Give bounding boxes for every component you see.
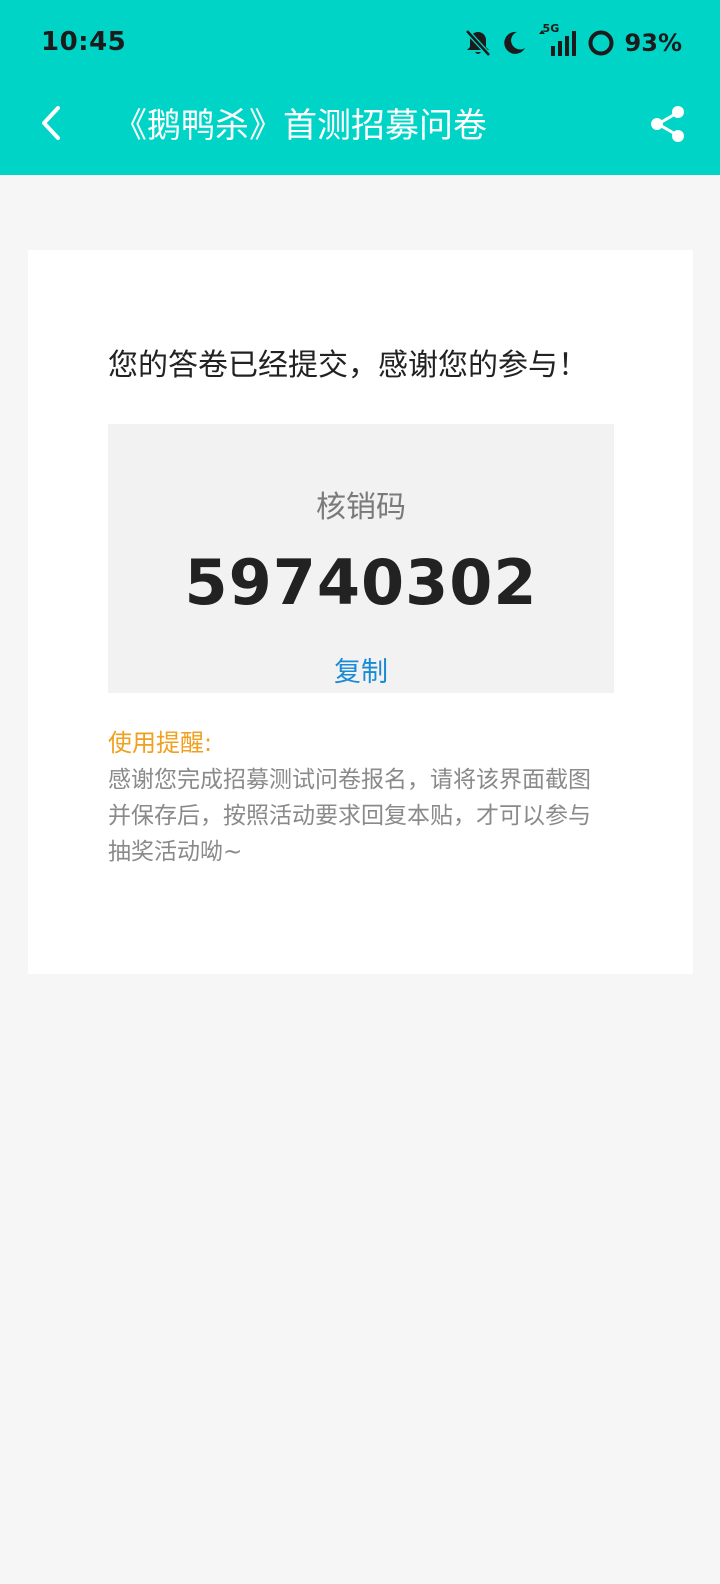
bell-off-icon [464, 29, 491, 57]
back-button[interactable] [28, 102, 74, 148]
moon-icon [501, 30, 527, 56]
back-arrow-icon [38, 105, 64, 145]
reminder-title: 使用提醒: [108, 729, 213, 757]
app-header: 10:45 5G 93% 《鹅鸭杀》首测招募问卷 [0, 0, 720, 175]
redemption-code: 59740302 [184, 546, 538, 619]
battery-ring-icon [587, 29, 615, 57]
signal-icon: 5G [537, 22, 577, 58]
status-bar: 10:45 5G 93% [0, 0, 720, 86]
nav-bar: 《鹅鸭杀》首测招募问卷 [0, 86, 720, 175]
copy-button[interactable]: 复制 [108, 650, 614, 689]
page-title: 《鹅鸭杀》首测招募问卷 [113, 106, 487, 146]
status-icons: 5G 93% [464, 22, 682, 60]
code-label: 核销码 [316, 490, 406, 525]
status-time: 10:45 [41, 27, 127, 57]
result-card: 您的答卷已经提交，感谢您的参与！ 核销码 59740302 复制 使用提醒: 感… [28, 250, 693, 974]
reminder-text: 感谢您完成招募测试问卷报名，请将该界面截图并保存后，按照活动要求回复本贴，才可以… [108, 767, 591, 865]
network-label: 5G [542, 22, 560, 35]
battery-percent: 93% [624, 29, 682, 57]
redemption-code-box: 核销码 59740302 复制 [108, 424, 614, 693]
share-icon [649, 105, 687, 147]
submission-message: 您的答卷已经提交，感谢您的参与！ [108, 348, 588, 383]
share-button[interactable] [646, 104, 690, 148]
